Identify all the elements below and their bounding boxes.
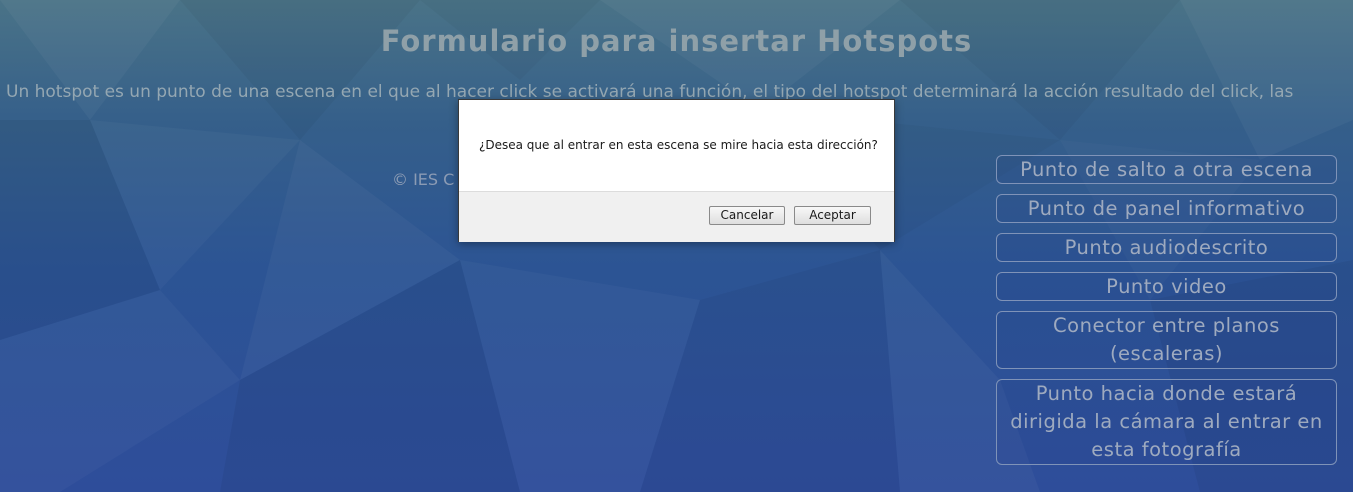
footer-copyright: © IES C bbox=[392, 170, 455, 189]
cancel-button[interactable]: Cancelar bbox=[709, 206, 785, 225]
jump-scene-button[interactable]: Punto de salto a otra escena bbox=[996, 155, 1337, 184]
audio-description-button[interactable]: Punto audiodescrito bbox=[996, 233, 1337, 262]
stairs-connector-button[interactable]: Conector entre planos (escaleras) bbox=[996, 311, 1337, 369]
page-title: Formulario para insertar Hotspots bbox=[380, 24, 973, 58]
dialog-footer: Cancelar Aceptar bbox=[459, 191, 894, 242]
accept-button[interactable]: Aceptar bbox=[794, 206, 871, 225]
hotspot-type-menu: Punto de salto a otra escena Punto de pa… bbox=[996, 155, 1337, 475]
dialog-message: ¿Desea que al entrar en esta escena se m… bbox=[479, 138, 878, 152]
info-panel-button[interactable]: Punto de panel informativo bbox=[996, 194, 1337, 223]
video-point-button[interactable]: Punto video bbox=[996, 272, 1337, 301]
confirm-dialog: ¿Desea que al entrar en esta escena se m… bbox=[458, 99, 895, 242]
camera-direction-button[interactable]: Punto hacia donde estará dirigida la cám… bbox=[996, 379, 1337, 465]
dialog-body: ¿Desea que al entrar en esta escena se m… bbox=[459, 100, 894, 191]
